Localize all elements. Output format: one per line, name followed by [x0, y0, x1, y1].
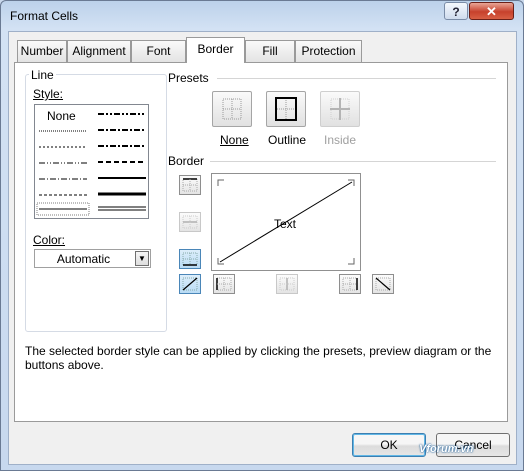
line-group-label: Line: [29, 68, 56, 82]
left-border-button[interactable]: [213, 274, 235, 294]
preset-outline-button[interactable]: [266, 91, 306, 127]
dialog-body: Number Alignment Font Border Fill Protec…: [8, 31, 517, 465]
preset-inside-button[interactable]: [320, 91, 360, 127]
tab-number[interactable]: Number: [17, 40, 67, 62]
preset-none-button[interactable]: [212, 91, 252, 127]
preset-outline-label: Outline: [268, 133, 307, 147]
preset-inside-icon: [330, 98, 350, 120]
border-divider: [210, 161, 496, 162]
title-bar[interactable]: Format Cells ? ✕: [1, 1, 523, 31]
inside-vertical-border-icon: [279, 277, 295, 291]
preset-inside-label: Inside: [324, 133, 357, 147]
tab-border[interactable]: Border: [186, 37, 245, 63]
border-preview[interactable]: Text: [211, 173, 361, 271]
bottom-border-icon: [182, 252, 198, 266]
chevron-down-icon[interactable]: ▼: [135, 251, 149, 266]
diagonal-down-border-button[interactable]: [372, 274, 394, 294]
tab-alignment[interactable]: Alignment: [67, 40, 131, 62]
tab-font[interactable]: Font: [131, 40, 186, 62]
left-border-icon: [216, 277, 232, 291]
right-border-icon: [342, 277, 358, 291]
line-styles-graphic[interactable]: [35, 105, 148, 218]
ok-button[interactable]: OK: [352, 433, 426, 457]
preview-text: Text: [274, 217, 297, 231]
top-border-icon: [182, 178, 198, 192]
presets-label: Presets: [168, 71, 209, 85]
top-border-button[interactable]: [179, 175, 201, 195]
close-button[interactable]: ✕: [469, 2, 514, 20]
border-label: Border: [168, 154, 205, 168]
bottom-border-button[interactable]: [179, 249, 201, 269]
inside-vertical-border-button[interactable]: [276, 274, 298, 294]
line-style-list[interactable]: None: [34, 104, 149, 219]
hint-text: The selected border style can be applied…: [25, 344, 492, 372]
border-tab-panel: Line Style: None Color: Automatic ▼ Pres…: [14, 62, 508, 422]
preset-none-label: None: [220, 133, 249, 147]
color-dropdown-value: Automatic: [56, 252, 111, 266]
color-dropdown[interactable]: Automatic ▼: [34, 249, 151, 268]
diagonal-down-icon: [375, 277, 391, 291]
style-label: Style:: [33, 87, 64, 101]
presets-divider: [217, 78, 496, 79]
diagonal-up-border-button[interactable]: [179, 274, 201, 294]
preset-outline-icon: [275, 97, 297, 121]
tab-fill[interactable]: Fill: [245, 40, 295, 62]
format-cells-dialog: Format Cells ? ✕ Number Alignment Font B…: [0, 0, 524, 471]
watermark-logo: Vforum.vn: [419, 443, 474, 455]
tab-protection[interactable]: Protection: [295, 40, 362, 62]
inside-horizontal-border-icon: [182, 215, 198, 229]
help-button[interactable]: ?: [444, 2, 468, 20]
dialog-title: Format Cells: [10, 9, 79, 23]
preset-none-icon: [222, 98, 242, 120]
right-border-button[interactable]: [339, 274, 361, 294]
inside-horizontal-border-button[interactable]: [179, 212, 201, 232]
diagonal-up-icon: [182, 277, 198, 291]
color-label: Color:: [33, 233, 66, 247]
